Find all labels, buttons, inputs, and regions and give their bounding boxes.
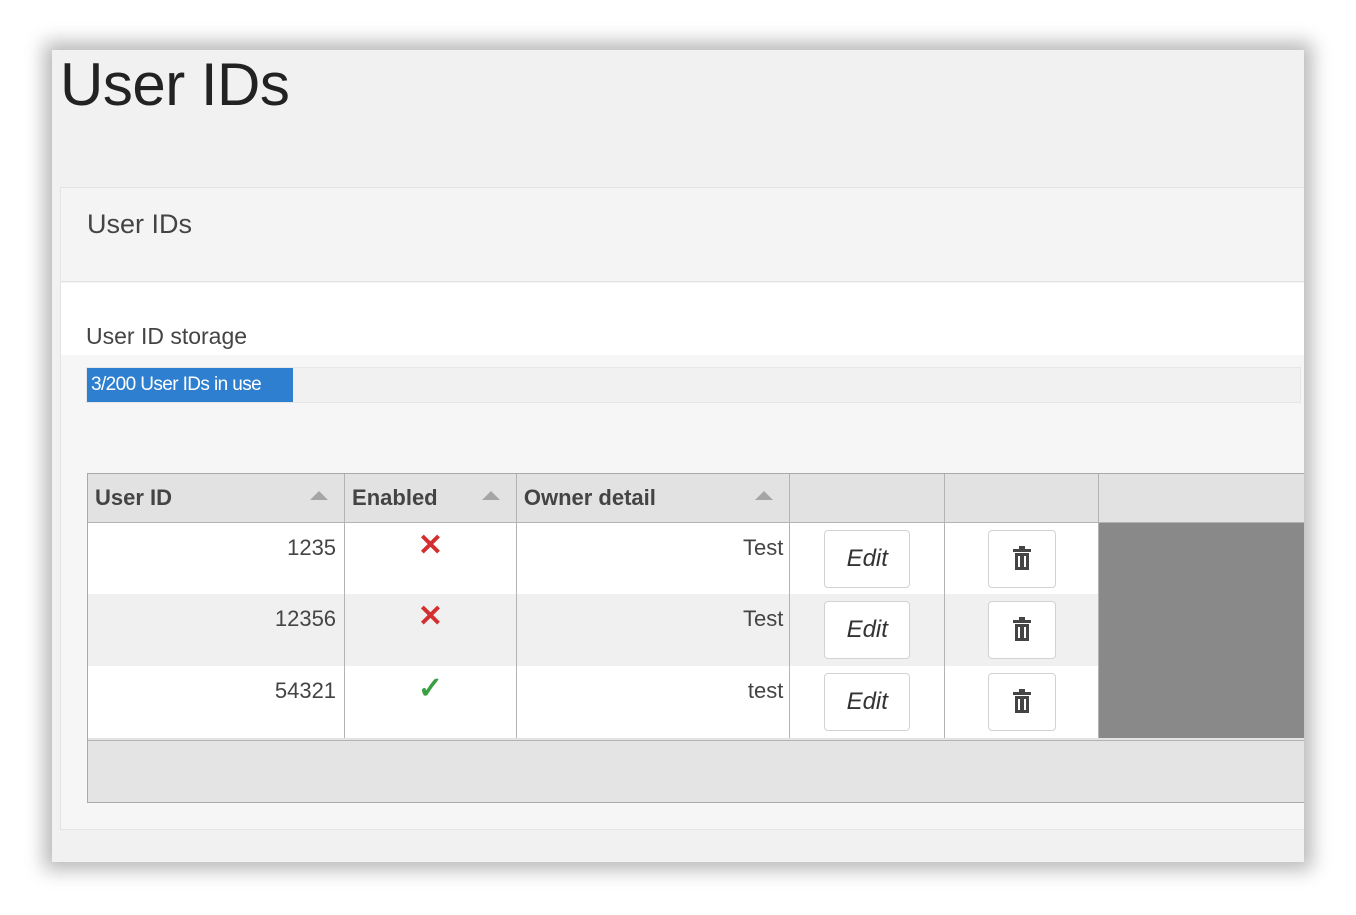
x-icon: ✕ (417, 528, 444, 562)
enabled-cell: ✓ (344, 666, 517, 738)
column-header-user-id[interactable]: User ID (88, 474, 346, 523)
empty-cell (1098, 666, 1304, 738)
empty-cell (1098, 522, 1304, 594)
grid-footer (88, 740, 1304, 802)
sort-asc-icon[interactable] (310, 491, 329, 500)
table-header-row: User ID Enabled Owner detail (88, 474, 1304, 523)
user-id-cell: 1235 (88, 522, 346, 594)
edit-cell: Edit (789, 594, 946, 666)
edit-cell: Edit (789, 666, 946, 738)
user-ids-panel: User IDs User ID storage 3/200 User IDs … (60, 187, 1304, 830)
column-header-owner-detail[interactable]: Owner detail (516, 474, 791, 523)
sort-asc-icon[interactable] (755, 491, 774, 500)
delete-cell (944, 522, 1099, 594)
storage-progress-bar: 3/200 User IDs in use (87, 368, 293, 402)
empty-cell (1098, 594, 1304, 666)
column-header-label: User ID (95, 484, 173, 510)
user-ids-table: User ID Enabled Owner detail 1235 ✕ Test… (88, 474, 1304, 738)
column-header-empty (1098, 474, 1304, 523)
owner-detail-cell: test (516, 666, 791, 738)
column-header-enabled[interactable]: Enabled (344, 474, 517, 523)
delete-cell (944, 594, 1099, 666)
owner-detail-cell: Test (516, 522, 791, 594)
enabled-cell: ✕ (344, 594, 517, 666)
owner-detail-cell: Test (516, 594, 791, 666)
table-row[interactable]: 54321 ✓ test Edit (88, 666, 1304, 738)
user-ids-grid: User ID Enabled Owner detail 1235 ✕ Test… (87, 473, 1304, 803)
delete-cell (944, 666, 1099, 738)
storage-label: User ID storage (86, 323, 248, 349)
user-ids-window: User IDs User IDs User ID storage 3/200 … (52, 50, 1304, 862)
column-header-label: Enabled (352, 484, 438, 510)
trash-icon (1012, 545, 1031, 570)
user-id-cell: 54321 (88, 666, 346, 738)
table-row[interactable]: 1235 ✕ Test Edit (88, 522, 1304, 594)
storage-progress: 3/200 User IDs in use (86, 367, 1301, 403)
edit-button[interactable]: Edit (824, 529, 911, 588)
column-header-delete (944, 474, 1099, 523)
panel-body: User ID storage 3/200 User IDs in use Us… (61, 283, 1304, 829)
edit-cell: Edit (789, 522, 946, 594)
page-title: User IDs (60, 51, 290, 118)
edit-button[interactable]: Edit (824, 601, 911, 659)
enabled-cell: ✕ (344, 522, 517, 594)
delete-button[interactable] (987, 673, 1056, 731)
column-header-edit (789, 474, 946, 523)
trash-icon (1012, 617, 1031, 641)
check-icon: ✓ (417, 672, 444, 705)
panel-heading: User IDs (61, 188, 1304, 282)
trash-icon (1012, 689, 1031, 713)
table-row[interactable]: 12356 ✕ Test Edit (88, 594, 1304, 666)
edit-button[interactable]: Edit (824, 673, 911, 731)
delete-button[interactable] (987, 601, 1056, 659)
delete-button[interactable] (987, 529, 1056, 588)
user-id-cell: 12356 (88, 594, 346, 666)
x-icon: ✕ (417, 600, 444, 633)
column-header-label: Owner detail (523, 484, 656, 510)
sort-asc-icon[interactable] (481, 491, 500, 500)
